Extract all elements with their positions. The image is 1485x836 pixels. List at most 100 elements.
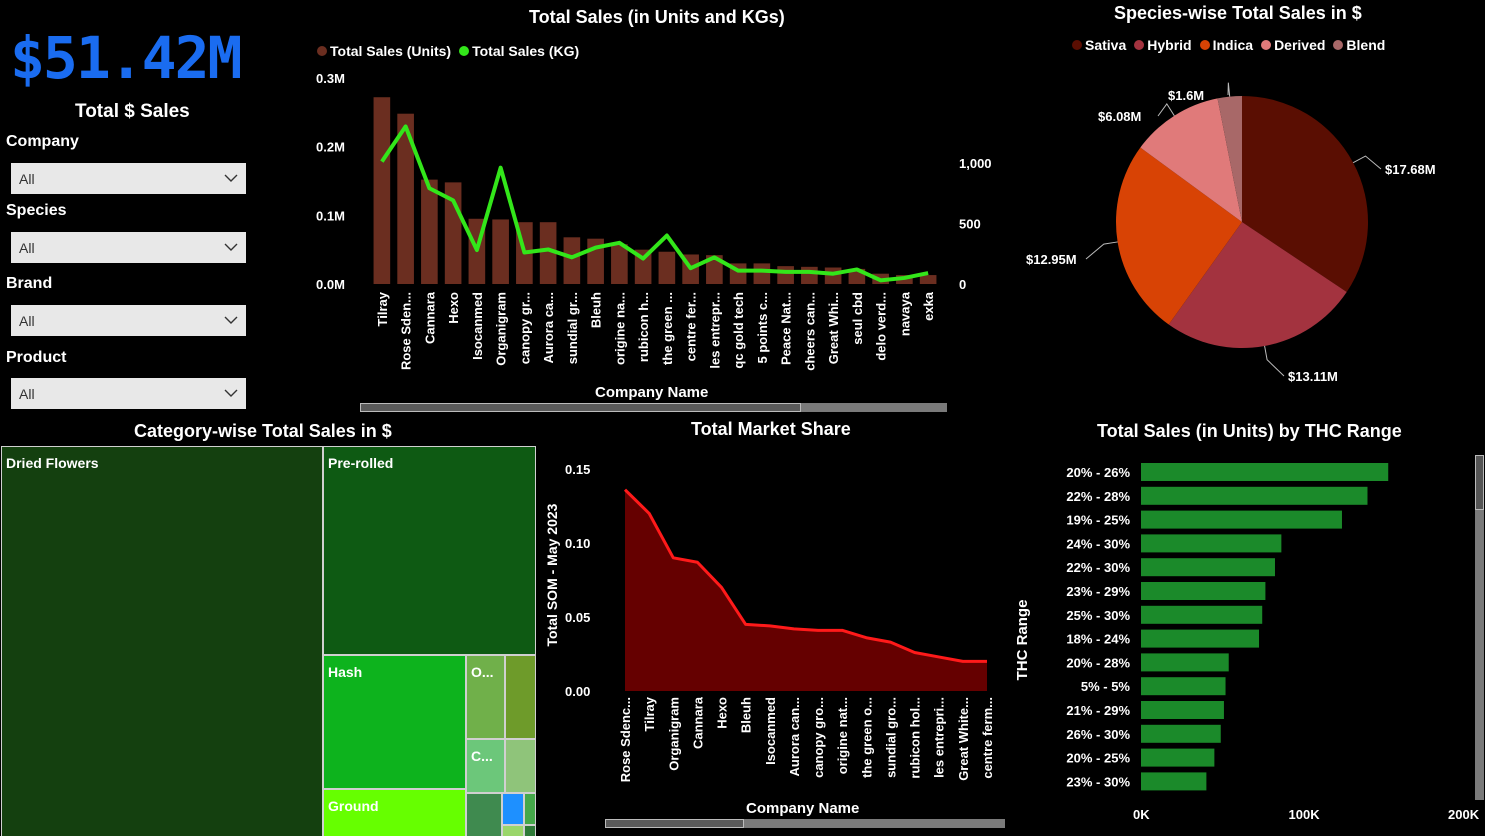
market-share-area[interactable] <box>625 489 987 691</box>
combo-scrollbar[interactable] <box>360 403 947 412</box>
x-tick-label: origine nat... <box>835 697 850 774</box>
y-tick-label: 0.2M <box>316 140 345 155</box>
x-tick-label: Cannara <box>690 696 705 749</box>
bar[interactable] <box>658 251 676 284</box>
bar[interactable] <box>1141 486 1368 505</box>
area-scrollbar[interactable] <box>605 819 1005 828</box>
x-tick-label: Isocanmed <box>470 292 485 360</box>
kpi-label: Total $ Sales <box>75 101 190 122</box>
bar[interactable] <box>563 237 581 284</box>
treemap-cell[interactable]: Ground <box>323 789 466 836</box>
product-dropdown[interactable]: All <box>11 378 246 409</box>
y-tick-label: 0.05 <box>565 610 590 625</box>
pie-leader-line <box>1352 155 1382 170</box>
chevron-down-icon <box>224 243 238 251</box>
combo-scrollbar-thumb[interactable] <box>360 403 801 412</box>
legend-label: Blend <box>1346 37 1386 53</box>
treemap-cell[interactable]: Hash <box>323 655 466 789</box>
y-tick-label: 0.1M <box>316 208 345 223</box>
species-dropdown-value: All <box>19 240 35 256</box>
market-share-chart: 0.15 0.10 0.05 0.00 Total SOM - May 2023 Rose… <box>544 462 995 782</box>
bar[interactable] <box>1141 677 1226 696</box>
combo-chart-legend: Total Sales (Units) Total Sales (KG) <box>317 43 587 59</box>
y-tick-label: 19% - 25% <box>1066 513 1130 528</box>
bar[interactable] <box>492 219 509 284</box>
area-scrollbar-thumb[interactable] <box>605 819 744 828</box>
bar[interactable] <box>824 267 842 284</box>
legend-item-indica[interactable]: Indica <box>1199 37 1253 53</box>
bar[interactable] <box>1141 772 1207 791</box>
x-tick-label: rubicon h... <box>636 292 651 362</box>
bar[interactable] <box>801 266 818 284</box>
bar[interactable] <box>421 179 438 284</box>
species-dropdown[interactable]: All <box>11 232 246 263</box>
legend-item-hybrid[interactable]: Hybrid <box>1134 37 1192 53</box>
x-tick-label: qc gold tech <box>731 292 746 369</box>
x-tick-label: 5 points c... <box>755 292 770 364</box>
treemap-cell[interactable] <box>524 793 536 825</box>
legend-item-sativa[interactable]: Sativa <box>1072 37 1126 53</box>
bar[interactable] <box>373 97 391 284</box>
y-axis-title: THC Range <box>1014 600 1031 681</box>
x-tick-label: sundial gr... <box>565 292 580 364</box>
x-tick-label: origine na... <box>612 292 627 365</box>
bar[interactable] <box>1141 701 1224 719</box>
chevron-down-icon <box>224 389 238 397</box>
treemap-cell-label: Hash <box>328 664 363 680</box>
bar[interactable] <box>777 266 794 284</box>
company-dropdown[interactable]: All <box>11 163 246 194</box>
treemap-cell[interactable]: O... <box>466 655 505 739</box>
brand-dropdown[interactable]: All <box>11 305 246 336</box>
x-tick-label: Aurora ca... <box>541 292 556 364</box>
legend-item-derived[interactable]: Derived <box>1261 37 1325 53</box>
pie-leader-line <box>1264 345 1285 377</box>
x-tick-label: cheers can... <box>802 292 817 371</box>
x-tick-label: Rose Sden... <box>399 292 414 370</box>
treemap-cell[interactable] <box>466 793 502 836</box>
x-tick-label: 200K <box>1448 807 1480 822</box>
y-tick-label: 21% - 29% <box>1066 703 1130 718</box>
slicer-label-species: Species <box>6 202 67 219</box>
bar[interactable] <box>1141 653 1229 672</box>
legend-item-blend[interactable]: Blend <box>1333 37 1385 53</box>
bar[interactable] <box>1141 748 1215 767</box>
bar[interactable] <box>753 263 771 284</box>
bar[interactable] <box>1141 463 1389 481</box>
bar[interactable] <box>1141 510 1342 529</box>
bar[interactable] <box>1141 724 1221 743</box>
market-share-title: Total Market Share <box>691 419 851 439</box>
legend-item-kg[interactable]: Total Sales (KG) <box>459 43 579 59</box>
treemap-cell[interactable] <box>505 739 536 793</box>
treemap-cell[interactable]: Pre-rolled <box>323 446 536 655</box>
x-tick-label: Bleuh <box>739 697 754 733</box>
y-tick-label: 0.0M <box>316 277 345 292</box>
treemap-cell-label: Ground <box>328 798 379 814</box>
treemap-cell[interactable] <box>505 655 536 739</box>
bar[interactable] <box>919 275 937 284</box>
pie-chart-legend: Sativa Hybrid Indica Derived Blend <box>1072 37 1393 53</box>
x-tick-label: 0K <box>1133 807 1150 822</box>
kg-series-line[interactable] <box>380 124 929 283</box>
legend-dot <box>1134 40 1145 50</box>
treemap-cell-label: Pre-rolled <box>328 455 394 471</box>
treemap-title: Category-wise Total Sales in $ <box>134 421 392 441</box>
legend-item-units[interactable]: Total Sales (Units) <box>317 43 451 59</box>
x-tick-label: Tilray <box>642 696 657 731</box>
y-tick-label: 26% - 30% <box>1066 727 1130 742</box>
treemap-cell[interactable] <box>524 825 536 836</box>
bar[interactable] <box>1141 534 1282 553</box>
bar[interactable] <box>1141 558 1275 577</box>
bar[interactable] <box>611 244 628 284</box>
thc-scrollbar[interactable] <box>1475 455 1484 800</box>
x-tick-label: Tilray <box>375 291 390 326</box>
treemap-cell[interactable] <box>502 793 524 825</box>
thc-scrollbar-thumb[interactable] <box>1475 455 1484 510</box>
bar[interactable] <box>1141 582 1266 600</box>
treemap-cell[interactable] <box>502 825 524 836</box>
area-xaxis-title: Company Name <box>746 800 860 817</box>
y2-tick-label: 1,000 <box>959 156 992 171</box>
bar[interactable] <box>1141 629 1260 648</box>
bar[interactable] <box>1141 605 1263 624</box>
treemap-cell[interactable]: C... <box>466 739 505 793</box>
treemap-cell[interactable]: Dried Flowers <box>1 446 323 836</box>
